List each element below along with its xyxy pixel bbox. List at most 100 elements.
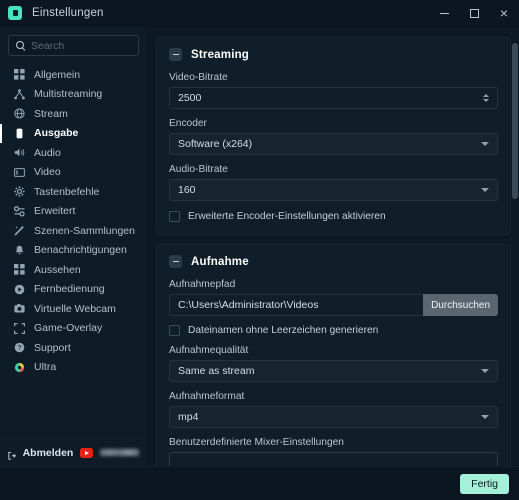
field-value: 160 <box>178 184 196 196</box>
field-custom-muxer: Benutzerdefinierte Mixer-Einstellungen <box>169 437 498 466</box>
sidebar-item-virtuelle-webcam[interactable]: Virtuelle Webcam <box>0 299 147 319</box>
field-audio-bitrate: Audio-Bitrate 160 <box>169 164 498 201</box>
sidebar-item-support[interactable]: ? Support <box>0 338 147 358</box>
account-name <box>100 449 139 456</box>
sidebar-item-stream[interactable]: Stream <box>0 104 147 124</box>
sidebar-item-video[interactable]: Video <box>0 163 147 183</box>
search-icon <box>16 41 25 50</box>
sidebar-item-label: Fernbedienung <box>34 283 105 296</box>
sidebar-item-erweitert[interactable]: Erweitert <box>0 202 147 222</box>
ultra-icon <box>14 362 25 373</box>
sidebar-item-label: Virtuelle Webcam <box>34 302 116 315</box>
sidebar-item-ausgabe[interactable]: Ausgabe <box>0 123 147 144</box>
field-value: C:\Users\Administrator\Videos <box>178 299 319 311</box>
logout-icon <box>8 447 16 461</box>
minus-box-icon[interactable] <box>169 255 182 268</box>
section-streaming: Streaming Video-Bitrate 2500 Encoder Sof… <box>156 37 511 235</box>
maximize-button[interactable] <box>459 0 489 26</box>
sidebar-item-label: Allgemein <box>34 68 81 81</box>
sidebar-item-szenen-sammlungen[interactable]: Szenen-Sammlungen <box>0 221 147 241</box>
app-logo-icon <box>8 6 22 20</box>
sidebar-item-label: Support <box>34 341 71 354</box>
sidebar-item-label: Audio <box>34 146 61 159</box>
audio-bitrate-select[interactable]: 160 <box>169 179 498 201</box>
window-title: Einstellungen <box>32 7 104 19</box>
field-value: 2500 <box>178 92 202 104</box>
recording-path-input[interactable]: C:\Users\Administrator\Videos <box>169 294 424 316</box>
sidebar-item-game-overlay[interactable]: Game-Overlay <box>0 319 147 339</box>
section-aufnahme-header[interactable]: Aufnahme <box>169 255 498 268</box>
sidebar-item-allgemein[interactable]: Allgemein <box>0 65 147 85</box>
checkbox-icon[interactable] <box>169 211 180 222</box>
sidebar-item-multistreaming[interactable]: Multistreaming <box>0 85 147 105</box>
sidebar-item-label: Multistreaming <box>34 88 103 101</box>
checkbox-no-spaces-filename[interactable]: Dateinamen ohne Leerzeichen generieren <box>169 325 498 336</box>
globe-icon <box>14 108 25 119</box>
grid-icon <box>14 69 25 80</box>
share-nodes-icon <box>14 88 25 100</box>
grid-icon <box>14 264 25 275</box>
sidebar-item-ultra[interactable]: Ultra <box>0 358 147 378</box>
minus-box-icon[interactable] <box>169 48 182 61</box>
checkbox-advanced-encoder[interactable]: Erweiterte Encoder-Einstellungen aktivie… <box>169 211 498 222</box>
recording-path-row: C:\Users\Administrator\Videos Durchsuche… <box>169 294 498 316</box>
section-streaming-header[interactable]: Streaming <box>169 48 498 61</box>
video-bitrate-input[interactable]: 2500 <box>169 87 498 109</box>
chevron-down-icon <box>481 415 489 419</box>
section-aufnahme: Aufnahme Aufnahmepfad C:\Users\Administr… <box>156 244 511 466</box>
sidebar-item-label: Ausgabe <box>34 127 79 140</box>
remote-play-icon <box>14 284 25 295</box>
scrollbar-thumb[interactable] <box>512 43 518 199</box>
search-box[interactable] <box>8 35 139 56</box>
close-button[interactable]: × <box>489 0 519 26</box>
search-container <box>0 27 147 62</box>
dialog-footer: Fertig <box>0 466 519 500</box>
output-icon <box>14 128 25 139</box>
sidebar-item-benachrichtigungen[interactable]: Benachrichtigungen <box>0 241 147 261</box>
settings-window: Einstellungen × Allgemein <box>0 0 519 500</box>
gear-icon <box>14 186 25 197</box>
sidebar-footer: Abmelden <box>0 438 147 466</box>
field-encoder: Encoder Software (x264) <box>169 118 498 155</box>
bell-icon <box>14 245 25 256</box>
sidebar-item-audio[interactable]: Audio <box>0 143 147 163</box>
maximize-icon <box>469 8 479 18</box>
checkbox-icon[interactable] <box>169 325 180 336</box>
content-scrollbar[interactable] <box>512 27 518 466</box>
wand-icon <box>14 225 25 236</box>
svg-text:?: ? <box>18 345 22 352</box>
stepper-icon[interactable] <box>483 94 489 102</box>
recording-quality-select[interactable]: Same as stream <box>169 360 498 382</box>
checkbox-label: Dateinamen ohne Leerzeichen generieren <box>188 325 379 336</box>
done-button[interactable]: Fertig <box>460 473 509 494</box>
browse-button[interactable]: Durchsuchen <box>423 294 498 316</box>
sidebar-item-label: Aussehen <box>34 263 81 276</box>
window-body: Allgemein Multistreaming Stream Ausgabe … <box>0 27 519 466</box>
help-circle-icon: ? <box>14 342 25 353</box>
sidebar: Allgemein Multistreaming Stream Ausgabe … <box>0 27 148 466</box>
field-label: Encoder <box>169 118 207 129</box>
checkbox-label: Erweiterte Encoder-Einstellungen aktivie… <box>188 211 386 222</box>
custom-muxer-input[interactable] <box>169 452 498 466</box>
close-icon: × <box>499 5 509 21</box>
sidebar-item-label: Ultra <box>34 361 57 374</box>
search-input[interactable] <box>31 39 131 52</box>
field-value: Software (x264) <box>178 138 253 150</box>
recording-format-select[interactable]: mp4 <box>169 406 498 428</box>
logout-label: Abmelden <box>22 446 74 459</box>
minimize-button[interactable] <box>429 0 459 26</box>
chevron-down-icon <box>481 369 489 373</box>
field-value: Same as stream <box>178 365 255 377</box>
sidebar-item-fernbedienung[interactable]: Fernbedienung <box>0 280 147 300</box>
settings-content: Streaming Video-Bitrate 2500 Encoder Sof… <box>148 27 519 466</box>
youtube-icon <box>80 447 94 458</box>
minimize-icon <box>439 12 449 14</box>
sidebar-item-label: Video <box>34 166 61 179</box>
field-label: Benutzerdefinierte Mixer-Einstellungen <box>169 437 344 448</box>
field-label: Video-Bitrate <box>169 72 228 83</box>
encoder-select[interactable]: Software (x264) <box>169 133 498 155</box>
sidebar-item-tastenbefehle[interactable]: Tastenbefehle <box>0 182 147 202</box>
sidebar-item-label: Erweitert <box>34 205 76 218</box>
field-video-bitrate: Video-Bitrate 2500 <box>169 72 498 109</box>
sidebar-item-aussehen[interactable]: Aussehen <box>0 260 147 280</box>
